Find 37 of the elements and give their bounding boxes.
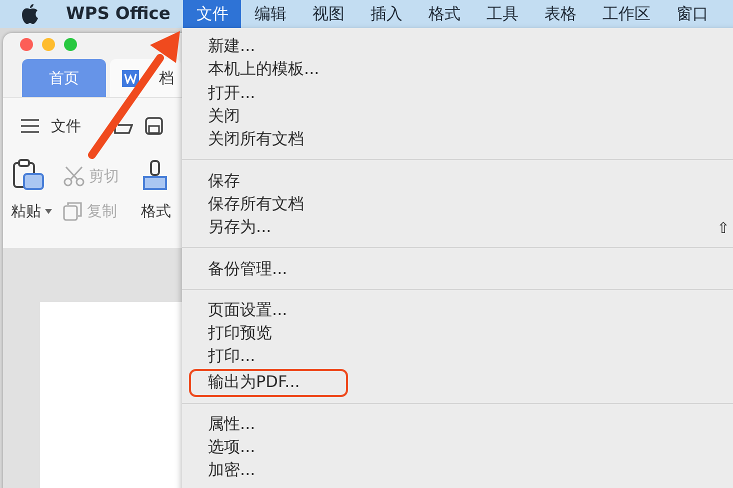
menu-bar-item[interactable]: 工具 [473,0,532,28]
menu-bar-item[interactable]: 插入 [357,0,416,28]
app-name-menu[interactable]: WPS Office [66,4,170,24]
menu-item[interactable]: 本机上的模板... [182,58,733,82]
menu-bar-item[interactable]: 文件 [183,0,242,28]
format-painter-button[interactable]: 格式 [141,202,171,220]
menu-item[interactable]: 保存所有文档 [182,192,733,216]
clipboard-icon[interactable] [11,159,45,193]
menu-item[interactable]: 保存 [182,169,733,193]
menu-item[interactable]: 新建... [182,35,733,58]
menu-bar-item[interactable]: 视图 [299,0,358,28]
paste-button[interactable]: 粘贴 [11,202,52,220]
menu-item[interactable]: 关闭 [182,104,733,128]
menu-bar-item[interactable]: 工作区 [589,0,664,28]
menu-item[interactable]: 属性... [182,412,733,436]
menu-item[interactable]: 关闭所有文档 [182,128,733,152]
menu-item[interactable]: 页面设置... [182,298,733,322]
apple-logo-icon[interactable] [20,3,40,25]
menu-item[interactable]: 打印... [182,345,733,369]
caret-icon[interactable] [45,208,52,214]
menu-item[interactable]: 打印预览 [182,322,733,346]
menu-bar-item[interactable]: 表格 [531,0,590,28]
menu-bar-item[interactable]: 编辑 [241,0,300,28]
menu-item[interactable]: 选项... [182,436,733,460]
menu-bar-item[interactable]: 窗口 [663,0,722,28]
shortcut-text: ⇧ [717,218,730,237]
document-icon [122,70,139,86]
menu-item[interactable]: 打开... [182,82,733,105]
menu-item[interactable]: 加密... [182,459,733,482]
menu-bar-item[interactable]: 格式 [415,0,474,28]
close-button[interactable] [20,38,33,51]
file-menu-button[interactable]: 文件 [51,116,81,136]
menu-item[interactable]: 另存为... ⇧ [182,216,733,240]
menu-item[interactable]: 备份管理... [182,257,733,281]
menu-item[interactable]: 输出为PDF... [191,370,346,395]
save-icon[interactable] [145,117,163,135]
hamburger-menu-icon[interactable] [21,119,39,133]
